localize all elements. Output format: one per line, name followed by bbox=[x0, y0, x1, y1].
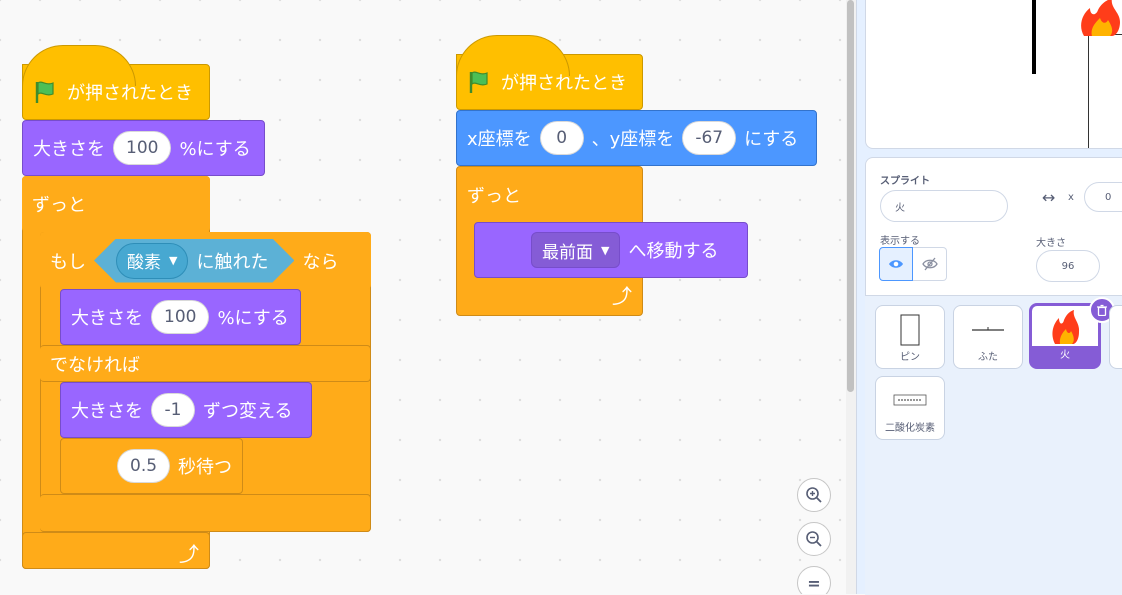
size-value: 96 bbox=[1061, 260, 1075, 272]
zoom-in-button[interactable] bbox=[797, 478, 831, 512]
wait-input[interactable]: 0.5 bbox=[117, 449, 171, 483]
go-to-layer-block[interactable]: 最前面 ▼ へ移動する bbox=[474, 222, 748, 278]
sensing-menu-dropdown[interactable]: 酸素 ▼ bbox=[116, 243, 188, 279]
change-size-block[interactable]: 大きさを -1 ずつ変える bbox=[60, 382, 312, 438]
size-input[interactable]: 96 bbox=[1036, 250, 1100, 282]
green-flag-icon bbox=[35, 81, 54, 103]
loop-arrow-icon-2: ⤴ bbox=[612, 284, 632, 308]
scrollbar-thumb[interactable] bbox=[847, 0, 854, 392]
when-flag-clicked-hat[interactable]: が押されたとき bbox=[22, 45, 210, 120]
forever-label: ずっと bbox=[32, 195, 86, 216]
inner-set-size-suffix: %にする bbox=[217, 308, 289, 329]
x-value: 0 bbox=[1105, 191, 1112, 203]
sprite-tile-co2[interactable]: 二酸化炭素 bbox=[875, 376, 945, 440]
show-label: 表示する bbox=[880, 236, 920, 247]
else-row: でなければ bbox=[40, 345, 371, 382]
sprite-list: ピン ふた 火 二酸化炭素 bbox=[865, 295, 1122, 595]
size-label: 大きさ bbox=[1036, 238, 1066, 249]
if-header: もし 酸素 ▼ に触れた なら bbox=[40, 232, 371, 289]
trash-icon bbox=[1097, 304, 1107, 316]
x-label: x bbox=[1068, 192, 1074, 203]
else-label: でなければ bbox=[50, 354, 140, 376]
sprite-tile-name: 二酸化炭素 bbox=[885, 423, 935, 434]
code-area-scrollbar[interactable] bbox=[846, 0, 856, 594]
loop-arrow-icon: ⤴ bbox=[179, 542, 199, 566]
sprite-tile-name: ピン bbox=[900, 352, 920, 363]
hide-sprite-button[interactable] bbox=[913, 247, 947, 281]
zoom-reset-button[interactable]: = bbox=[797, 566, 831, 594]
touching-label: に触れた bbox=[196, 251, 269, 273]
set-size-prefix: 大きさを bbox=[33, 139, 105, 160]
set-size-input[interactable]: 100 bbox=[113, 131, 172, 165]
zoom-out-icon bbox=[806, 531, 822, 547]
change-size-input[interactable]: -1 bbox=[151, 393, 195, 427]
touching-block[interactable]: 酸素 ▼ に触れた bbox=[94, 239, 294, 283]
forever-block-label-row: ずっと bbox=[22, 176, 210, 232]
stage[interactable] bbox=[865, 0, 1122, 149]
xy-suffix: にする bbox=[744, 129, 799, 150]
layer-menu-value: 最前面 bbox=[542, 242, 593, 263]
sprite-tile-name: ふた bbox=[978, 352, 998, 363]
fire-thumbnail bbox=[1052, 310, 1080, 344]
wait-suffix: 秒待つ bbox=[178, 457, 233, 478]
stage-black-line bbox=[1032, 0, 1036, 74]
when-flag-clicked-hat-2[interactable]: が押されたとき bbox=[456, 35, 643, 110]
sprite-label: スプライト bbox=[880, 176, 930, 187]
if-else-bottom-arm bbox=[40, 494, 371, 532]
green-flag-icon bbox=[469, 71, 488, 93]
zoom-in-icon bbox=[806, 487, 822, 503]
stage-box-outline bbox=[1088, 34, 1122, 148]
hat-label: が押されたとき bbox=[67, 83, 193, 104]
y-input[interactable]: -67 bbox=[682, 121, 737, 155]
chevron-down-icon: ▼ bbox=[601, 243, 610, 257]
zoom-out-button[interactable] bbox=[797, 522, 831, 556]
eye-icon bbox=[889, 260, 903, 268]
inner-set-size-prefix: 大きさを bbox=[71, 308, 143, 329]
chevron-down-icon: ▼ bbox=[169, 254, 178, 267]
forever-label-2: ずっと bbox=[467, 186, 521, 207]
sprite-tile-lid[interactable]: ふた bbox=[953, 305, 1023, 369]
set-size-suffix: %にする bbox=[179, 139, 251, 160]
sprite-name-input[interactable]: 火 bbox=[880, 190, 1008, 222]
then-label: なら bbox=[302, 251, 339, 273]
sensing-menu-value: 酸素 bbox=[127, 253, 161, 273]
fire-sprite-on-stage bbox=[1081, 0, 1120, 36]
code-area[interactable]: ずっと もし 酸素 ▼ に触れた なら 大きさを 100 %にする でなければ … bbox=[0, 0, 846, 594]
sprite-tile-name: 火 bbox=[1060, 350, 1070, 361]
inner-set-size-input[interactable]: 100 bbox=[151, 300, 210, 334]
lid-thumbnail bbox=[972, 327, 1004, 331]
x-input[interactable]: 0 bbox=[539, 121, 584, 155]
eye-slash-icon bbox=[921, 257, 938, 271]
pin-thumbnail bbox=[900, 314, 920, 346]
zoom-reset-icon: = bbox=[807, 573, 821, 593]
y-prefix: 、y座標を bbox=[591, 129, 675, 150]
show-sprite-button[interactable] bbox=[879, 247, 913, 281]
layer-suffix: へ移動する bbox=[628, 241, 719, 262]
go-to-xy-block[interactable]: x座標を 0 、y座標を -67 にする bbox=[456, 110, 817, 166]
if-label: もし bbox=[50, 251, 86, 273]
co2-thumbnail bbox=[893, 394, 927, 406]
sprite-name-value: 火 bbox=[895, 202, 905, 214]
forever-bottom-arm: ⤴ bbox=[22, 532, 210, 569]
right-pane: スプライト 火 ↔ x 0 表示する 大きさ 96 ピン ふた 火 二酸化炭素 bbox=[856, 0, 1122, 595]
wait-block[interactable]: 0.5 秒待つ bbox=[60, 438, 243, 494]
change-size-prefix: 大きさを bbox=[71, 401, 143, 422]
sprite-tile-pin[interactable]: ピン bbox=[875, 305, 945, 369]
x-input[interactable]: 0 bbox=[1084, 182, 1122, 212]
sprite-tile-partial[interactable] bbox=[1109, 305, 1122, 369]
hat-label-2: が押されたとき bbox=[501, 73, 627, 94]
x-prefix: x座標を bbox=[467, 129, 532, 150]
change-size-suffix: ずつ変える bbox=[203, 401, 293, 422]
set-size-block[interactable]: 大きさを 100 %にする bbox=[22, 120, 265, 176]
layer-menu-dropdown[interactable]: 最前面 ▼ bbox=[531, 232, 621, 268]
x-arrow-icon: ↔ bbox=[1042, 188, 1056, 207]
inner-set-size-block[interactable]: 大きさを 100 %にする bbox=[60, 289, 301, 345]
